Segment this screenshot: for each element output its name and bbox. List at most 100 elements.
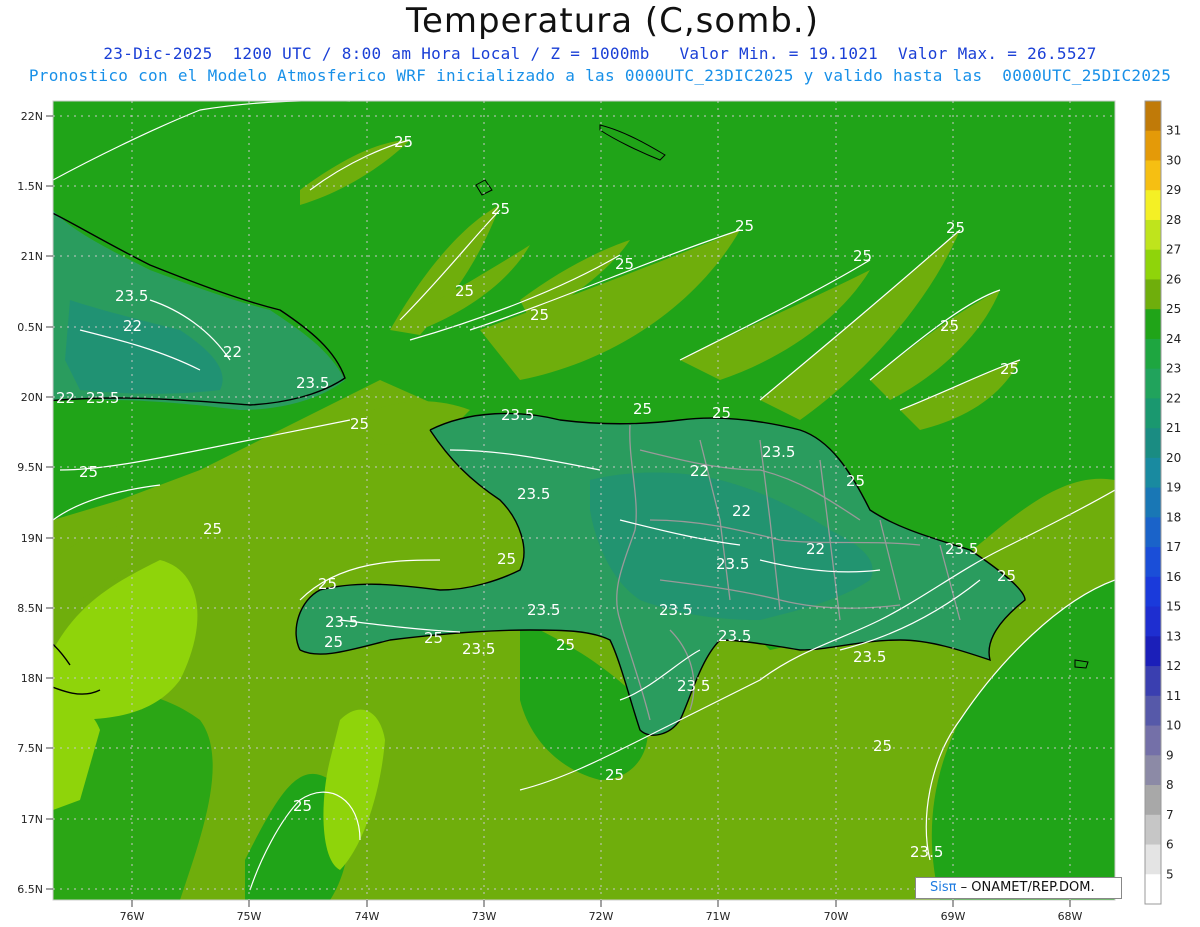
colorbar-label: 10 bbox=[1166, 719, 1181, 733]
colorbar-label: 30 bbox=[1166, 153, 1181, 167]
credit-box: Sisπ – ONAMET/REP.DOM. bbox=[915, 877, 1122, 899]
contour-label: 25 bbox=[350, 415, 369, 433]
lat-tick-label: 19N bbox=[21, 532, 43, 545]
lat-tick-label: 21N bbox=[21, 250, 43, 263]
contour-label: 23.5 bbox=[677, 677, 710, 695]
colorbar-label: 21 bbox=[1166, 421, 1181, 435]
colorbar-label: 19 bbox=[1166, 481, 1181, 495]
contour-label: 22 bbox=[123, 317, 142, 335]
colorbar-label: 23 bbox=[1166, 362, 1181, 376]
contour-label: 23.5 bbox=[517, 485, 550, 503]
lon-tick-label: 74W bbox=[355, 910, 380, 923]
colorbar-label: 8 bbox=[1166, 778, 1174, 792]
contour-label: 22 bbox=[690, 462, 709, 480]
lat-tick-label: 0.5N bbox=[17, 321, 43, 334]
colorbar-label: 27 bbox=[1166, 243, 1181, 257]
credit-text: – ONAMET/REP.DOM. bbox=[960, 880, 1095, 895]
lat-tick-label: 17N bbox=[21, 813, 43, 826]
contour-label: 23.5 bbox=[718, 627, 751, 645]
contour-label: 25 bbox=[455, 282, 474, 300]
colorbar-label: 11 bbox=[1166, 689, 1181, 703]
contour-label: 25 bbox=[712, 404, 731, 422]
temperature-map: 25 25 25 25 25 25 25 25 25 25 25 25 25 2… bbox=[17, 100, 1181, 923]
contour-label: 23.5 bbox=[501, 406, 534, 424]
contour-label: 25 bbox=[293, 797, 312, 815]
colorbar-swatch bbox=[1145, 666, 1161, 697]
lon-tick-label: 69W bbox=[941, 910, 966, 923]
colorbar-swatch bbox=[1145, 517, 1161, 548]
temperature-colorbar: 31 30 29 28 27 26 25 24 23 22 21 20 19 18 17 16 15 13 12 11… bbox=[1144, 100, 1181, 905]
contour-label: 25 bbox=[615, 255, 634, 273]
colorbar-swatch bbox=[1145, 101, 1161, 132]
contour-label: 23.5 bbox=[86, 389, 119, 407]
colorbar-swatch bbox=[1145, 725, 1161, 756]
colorbar-swatch bbox=[1145, 398, 1161, 429]
colorbar-swatch bbox=[1145, 457, 1161, 489]
colorbar-label: 20 bbox=[1166, 451, 1181, 465]
contour-label: 23.5 bbox=[527, 601, 560, 619]
lat-tick-label: 18N bbox=[21, 672, 43, 685]
colorbar-label: 13 bbox=[1166, 629, 1181, 643]
contour-label: 25 bbox=[946, 219, 965, 237]
colorbar-swatch bbox=[1145, 190, 1161, 221]
lon-tick-label: 68W bbox=[1058, 910, 1083, 923]
contour-label: 25 bbox=[491, 200, 510, 218]
colorbar-swatch bbox=[1145, 547, 1161, 578]
contour-label: 23.5 bbox=[115, 287, 148, 305]
contour-label: 25 bbox=[605, 766, 624, 784]
contour-label: 25 bbox=[394, 133, 413, 151]
colorbar-label: 9 bbox=[1166, 748, 1174, 762]
longitude-axis: 76W 75W 74W 73W 72W 71W 70W 69W 68W bbox=[120, 900, 1083, 923]
contour-label: 25 bbox=[873, 737, 892, 755]
contour-label: 23.5 bbox=[296, 374, 329, 392]
contour-label: 25 bbox=[846, 472, 865, 490]
contour-label: 23.5 bbox=[462, 640, 495, 658]
lon-tick-label: 73W bbox=[472, 910, 497, 923]
colorbar-label: 17 bbox=[1166, 540, 1181, 554]
lon-tick-label: 76W bbox=[120, 910, 145, 923]
colorbar-swatch bbox=[1145, 160, 1161, 191]
contour-label: 25 bbox=[633, 400, 652, 418]
contour-label: 25 bbox=[424, 629, 443, 647]
colorbar-label: 24 bbox=[1166, 332, 1181, 346]
lon-tick-label: 70W bbox=[824, 910, 849, 923]
contour-label: 25 bbox=[853, 247, 872, 265]
sispi-logo-text: Sisπ bbox=[930, 880, 957, 895]
lat-tick-label: 9.5N bbox=[17, 461, 43, 474]
contour-label: 25 bbox=[497, 550, 516, 568]
colorbar-swatch bbox=[1145, 368, 1161, 399]
colorbar-swatch bbox=[1145, 814, 1161, 846]
colorbar-label: 6 bbox=[1166, 838, 1174, 852]
colorbar-swatch bbox=[1145, 844, 1161, 875]
colorbar-label: 5 bbox=[1166, 867, 1174, 881]
colorbar-label: 18 bbox=[1166, 510, 1181, 524]
colorbar-label: 12 bbox=[1166, 659, 1181, 673]
colorbar-label: 29 bbox=[1166, 183, 1181, 197]
colorbar-swatch bbox=[1145, 606, 1161, 637]
colorbar-swatch bbox=[1145, 755, 1161, 786]
contour-label: 25 bbox=[556, 636, 575, 654]
contour-label: 23.5 bbox=[945, 540, 978, 558]
lon-tick-label: 72W bbox=[589, 910, 614, 923]
colorbar-label: 28 bbox=[1166, 213, 1181, 227]
latitude-axis: 22N 1.5N 21N 0.5N 20N 9.5N 19N 8.5N 18N … bbox=[17, 110, 53, 896]
lat-tick-label: 20N bbox=[21, 391, 43, 404]
colorbar-swatch bbox=[1145, 130, 1161, 161]
colorbar-swatch bbox=[1145, 428, 1161, 459]
colorbar-swatch bbox=[1145, 636, 1161, 667]
colorbar-swatch bbox=[1145, 219, 1161, 251]
contour-label: 25 bbox=[324, 633, 343, 651]
lat-tick-label: 6.5N bbox=[17, 883, 43, 896]
colorbar-swatch bbox=[1145, 279, 1161, 310]
contour-label: 25 bbox=[79, 463, 98, 481]
lon-tick-label: 71W bbox=[706, 910, 731, 923]
colorbar-swatch bbox=[1145, 785, 1161, 816]
colorbar-label: 26 bbox=[1166, 272, 1181, 286]
lat-tick-label: 22N bbox=[21, 110, 43, 123]
contour-label: 23.5 bbox=[853, 648, 886, 666]
colorbar-label: 25 bbox=[1166, 302, 1181, 316]
colorbar-label: 31 bbox=[1166, 124, 1181, 138]
lat-tick-label: 1.5N bbox=[17, 180, 43, 193]
mona-island bbox=[1074, 659, 1089, 669]
contour-label: 25 bbox=[940, 317, 959, 335]
